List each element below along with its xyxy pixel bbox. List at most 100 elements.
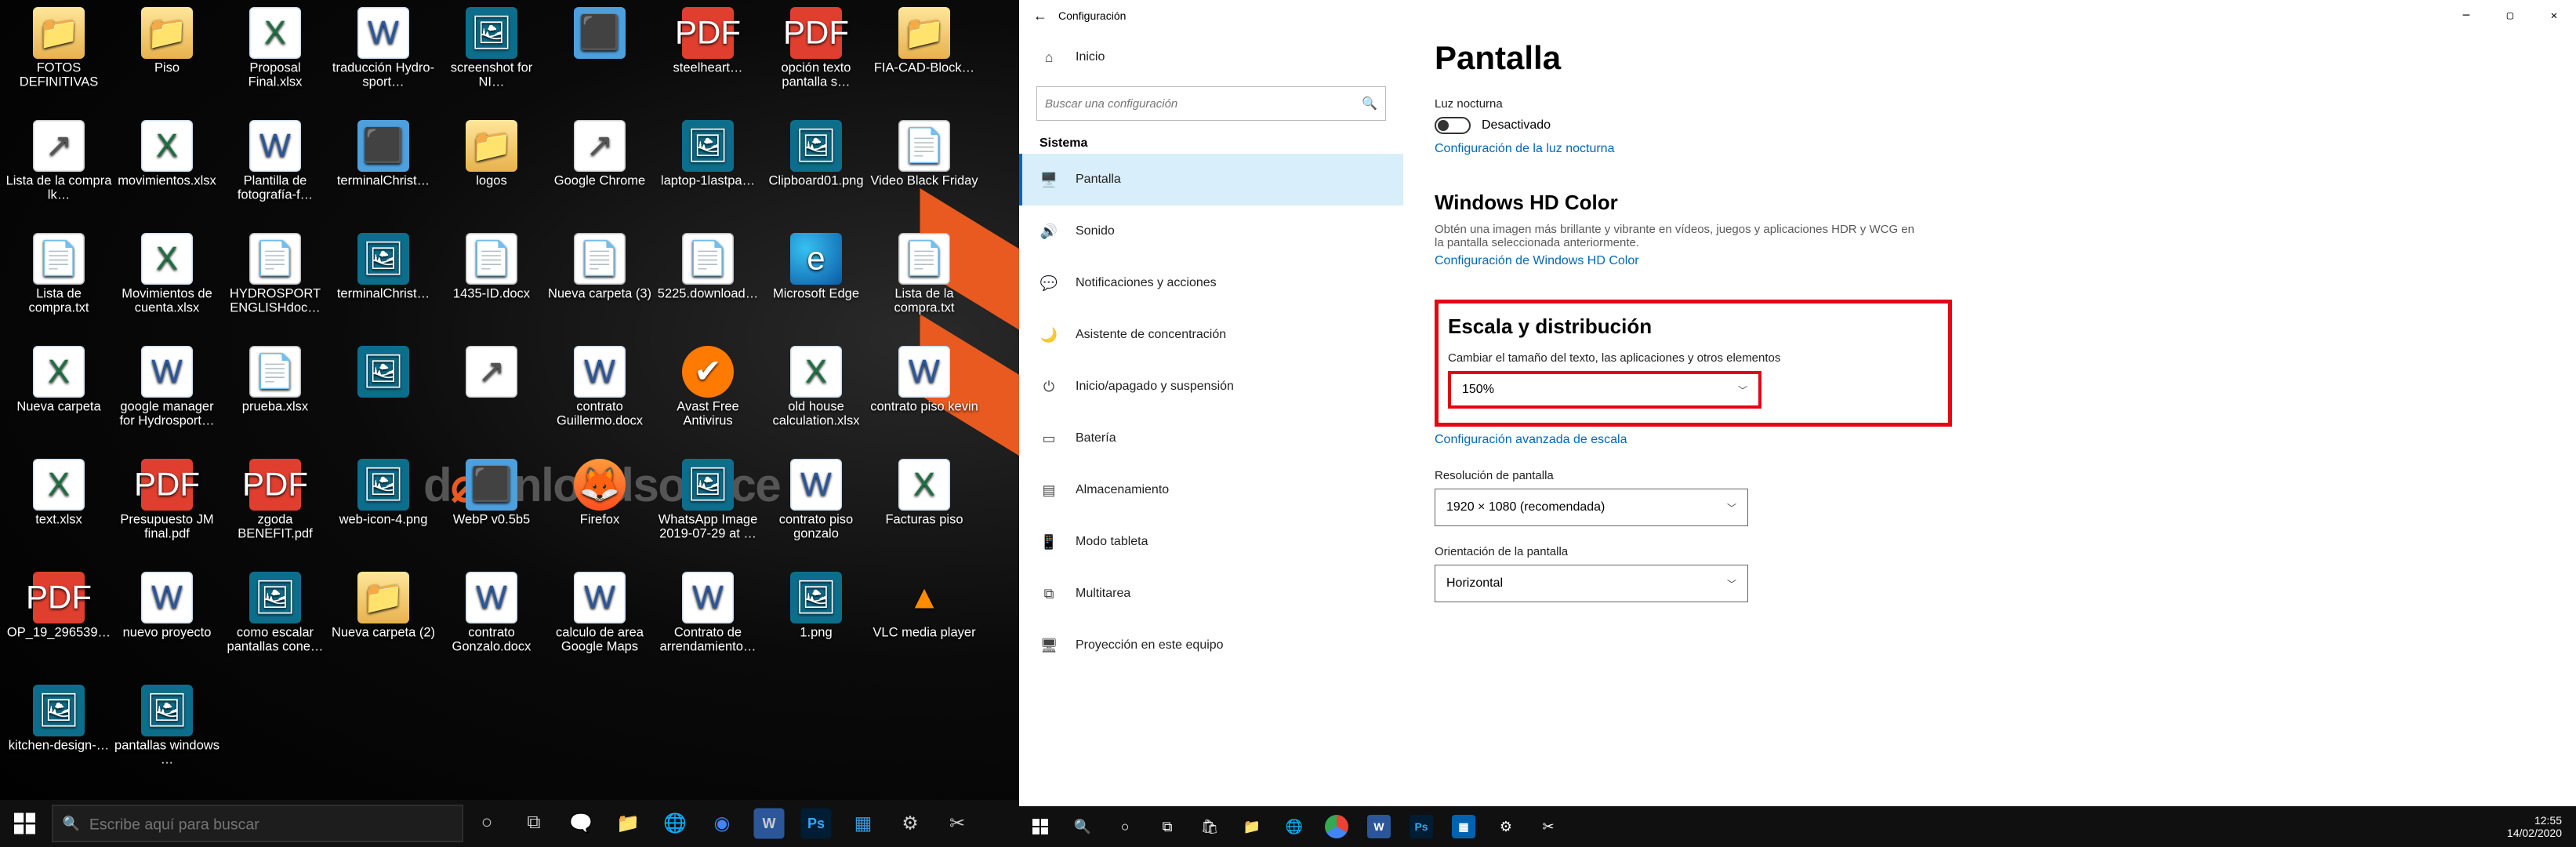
desktop-icon[interactable]: XNueva carpeta <box>5 344 113 442</box>
start-button[interactable] <box>0 800 49 847</box>
taskbar-app-word[interactable]: W <box>754 809 785 839</box>
desktop-icon[interactable]: ↗Lista de la compra lk… <box>5 118 113 216</box>
desktop-icon[interactable]: ↗ <box>437 344 546 442</box>
taskbar-app-explorer[interactable]: 📁 <box>604 800 651 847</box>
store-icon[interactable]: 🛍 <box>1188 806 1231 847</box>
scale-dropdown[interactable]: 150% ﹀ <box>1448 371 1761 409</box>
desktop-icon[interactable]: 🖼1.png <box>762 569 870 668</box>
taskbar-search[interactable]: 🔍 <box>52 805 463 842</box>
desktop-icon[interactable]: XProposal Final.xlsx <box>221 5 329 104</box>
sidebar-item-almacenamiento[interactable]: ▤Almacenamiento <box>1019 464 1403 516</box>
taskbar-app-ps[interactable]: Ps <box>801 809 832 839</box>
desktop-icon[interactable]: Wcontrato Gonzalo.docx <box>437 569 546 668</box>
desktop-icon[interactable]: 🖼Clipboard01.png <box>762 118 870 216</box>
desktop-icon[interactable]: ⬛ <box>546 5 654 104</box>
settings-search-input[interactable] <box>1045 97 1362 111</box>
desktop-icon[interactable]: XMovimientos de cuenta.xlsx <box>113 231 221 329</box>
desktop-icon[interactable]: 🖼terminalChrist… <box>329 231 437 329</box>
start-button[interactable] <box>1019 806 1061 847</box>
desktop-icon[interactable]: WContrato de arrendamiento… <box>654 569 762 668</box>
desktop-icon[interactable]: ↗Google Chrome <box>546 118 654 216</box>
sidebar-home[interactable]: ⌂ Inicio <box>1019 31 1403 83</box>
desktop-icon[interactable]: PDFsteelheart… <box>654 5 762 104</box>
taskbar-app[interactable]: 🗨️ <box>557 800 604 847</box>
taskbar-app-settings[interactable]: ⚙ <box>887 800 934 847</box>
desktop-icon[interactable]: 🖼 <box>329 344 437 442</box>
sidebar-item-asistente-de-concentraci-n[interactable]: 🌙Asistente de concentración <box>1019 309 1403 361</box>
desktop-icon[interactable]: 📄1435-ID.docx <box>437 231 546 329</box>
desktop-icon[interactable]: 🖼screenshot for NI… <box>437 5 546 104</box>
desktop-icon[interactable]: ⬛terminalChrist… <box>329 118 437 216</box>
desktop-icon[interactable]: Wcontrato piso kevin <box>870 344 978 442</box>
desktop-icon[interactable]: Xmovimientos.xlsx <box>113 118 221 216</box>
maximize-button[interactable]: ▢ <box>2488 0 2532 31</box>
desktop-icon[interactable]: Xtext.xlsx <box>5 456 113 555</box>
desktop-icon[interactable]: 🖼como escalar pantallas cone… <box>221 569 329 668</box>
sidebar-item-modo-tableta[interactable]: 📱Modo tableta <box>1019 516 1403 568</box>
nightlight-link[interactable]: Configuración de la luz nocturna <box>1435 142 2545 156</box>
desktop-icon[interactable]: Wgoogle manager for Hydrosport… <box>113 344 221 442</box>
desktop-icon[interactable]: 📄Lista de la compra.txt <box>870 231 978 329</box>
minimize-button[interactable]: ─ <box>2444 0 2488 31</box>
taskbar-app-generic[interactable]: ▦ <box>840 800 887 847</box>
settings-icon[interactable]: ⚙ <box>1485 806 1527 847</box>
desktop-icon[interactable]: WPlantilla de fotografía-f… <box>221 118 329 216</box>
tray-clock[interactable]: 12:55 14/02/2020 <box>2507 814 2562 839</box>
edge-icon[interactable]: 🌐 <box>1273 806 1315 847</box>
scale-advanced-link[interactable]: Configuración avanzada de escala <box>1435 433 2545 447</box>
back-button[interactable]: ← <box>1033 8 1058 24</box>
resolution-dropdown[interactable]: 1920 × 1080 (recomendada) ﹀ <box>1435 489 1748 526</box>
hdcolor-link[interactable]: Configuración de Windows HD Color <box>1435 254 2545 268</box>
desktop-icon[interactable]: PDFzgoda BENEFIT.pdf <box>221 456 329 555</box>
desktop-icon[interactable]: 📄prueba.xlsx <box>221 344 329 442</box>
taskbar-app-snip[interactable]: ✂ <box>934 800 981 847</box>
taskbar-app-chrome[interactable]: ◉ <box>698 800 746 847</box>
sidebar-item-multitarea[interactable]: ⧉Multitarea <box>1019 568 1403 620</box>
desktop-icon[interactable]: Wcontrato Guillermo.docx <box>546 344 654 442</box>
desktop-icon[interactable]: 🖼laptop-1lastpa… <box>654 118 762 216</box>
settings-search[interactable]: 🔍 <box>1036 86 1386 121</box>
desktop-icon[interactable]: Wtraducción Hydro-sport… <box>329 5 437 104</box>
desktop-icon[interactable]: 🖼kitchen-design-… <box>5 682 113 781</box>
sidebar-item-bater-a[interactable]: ▭Batería <box>1019 413 1403 464</box>
desktop-icon[interactable]: PDFopción texto pantalla s… <box>762 5 870 104</box>
snip-icon[interactable]: ✂ <box>1527 806 1569 847</box>
desktop-icon[interactable]: ⬛WebP v0.5b5 <box>437 456 546 555</box>
sidebar-item-notificaciones-y-acciones[interactable]: 💬Notificaciones y acciones <box>1019 257 1403 309</box>
sidebar-item-inicio-apagado-y-suspensi-n[interactable]: ⏻Inicio/apagado y suspensión <box>1019 361 1403 413</box>
desktop-icon[interactable]: ▲VLC media player <box>870 569 978 668</box>
desktop-icon[interactable]: Xold house calculation.xlsx <box>762 344 870 442</box>
chrome-icon[interactable] <box>1315 806 1358 847</box>
ps-icon[interactable]: Ps <box>1400 806 1442 847</box>
desktop-icon[interactable]: PDFOP_19_296539… <box>5 569 113 668</box>
desktop-icon[interactable]: 📄5225.download… <box>654 231 762 329</box>
taskbar-app-edge[interactable]: 🌐 <box>651 800 698 847</box>
desktop-icon[interactable]: 📄Nueva carpeta (3) <box>546 231 654 329</box>
desktop-icon[interactable]: 🖼pantallas windows … <box>113 682 221 781</box>
desktop-icon[interactable]: 📁Piso <box>113 5 221 104</box>
sidebar-item-sonido[interactable]: 🔊Sonido <box>1019 205 1403 257</box>
sidebar-item-proyecci-n-en-este-equipo[interactable]: 🖥Proyección en este equipo <box>1019 620 1403 671</box>
desktop-icon[interactable]: 🖼WhatsApp Image 2019-07-29 at … <box>654 456 762 555</box>
desktop-icon[interactable]: Wcalculo de area Google Maps <box>546 569 654 668</box>
cortana-icon[interactable]: ○ <box>463 800 510 847</box>
nightlight-toggle[interactable] <box>1435 117 1471 134</box>
desktop-icon[interactable]: ✔Avast Free Antivirus <box>654 344 762 442</box>
orientation-dropdown[interactable]: Horizontal ﹀ <box>1435 565 1748 602</box>
desktop-icon[interactable]: XFacturas piso <box>870 456 978 555</box>
desktop-icon[interactable]: 🦊Firefox <box>546 456 654 555</box>
taskbar-search-icon[interactable]: 🔍 <box>1061 806 1104 847</box>
desktop-icon[interactable]: 📁FOTOS DEFINITIVAS <box>5 5 113 104</box>
desktop-icon[interactable]: eMicrosoft Edge <box>762 231 870 329</box>
desktop-icon[interactable]: 📁FIA-CAD-Block… <box>870 5 978 104</box>
generic-app-icon[interactable]: ▦ <box>1442 806 1485 847</box>
desktop-icon[interactable]: PDFPresupuesto JM final.pdf <box>113 456 221 555</box>
cortana-icon[interactable]: ○ <box>1104 806 1146 847</box>
taskview-icon[interactable]: ⧉ <box>510 800 557 847</box>
explorer-icon[interactable]: 📁 <box>1231 806 1273 847</box>
desktop-icon[interactable]: Wnuevo proyecto <box>113 569 221 668</box>
word-icon[interactable]: W <box>1358 806 1400 847</box>
close-button[interactable]: ✕ <box>2532 0 2576 31</box>
desktop-icon[interactable]: 📁Nueva carpeta (2) <box>329 569 437 668</box>
desktop-icon[interactable]: 📄Video Black Friday <box>870 118 978 216</box>
